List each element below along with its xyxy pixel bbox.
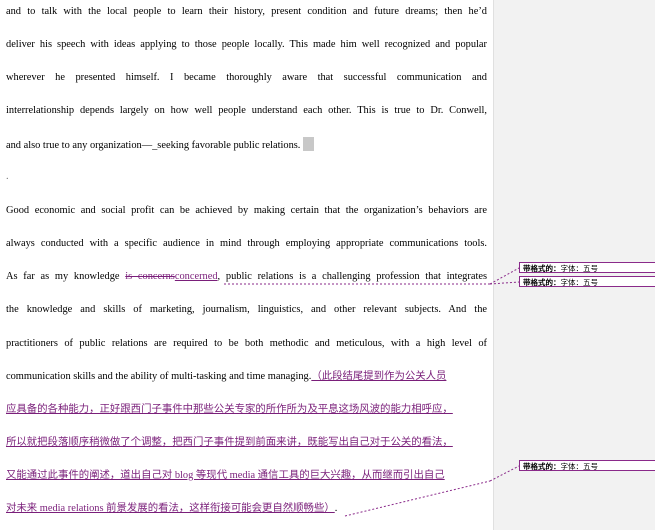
inserted-comment-line[interactable]: 又能通过此事件的阐述，道出自己对 blog 等现代 media 通信工具的巨大兴… — [6, 469, 487, 483]
text-line: Good economic and social profit can be a… — [6, 205, 487, 216]
text-cursor[interactable] — [303, 137, 315, 151]
text-line: 对未来 media relations 前景发展的看法，这样衔接可能会更自然顺畅… — [6, 502, 487, 516]
revision-label: 带格式的： — [523, 264, 561, 273]
paragraph-mark: . — [6, 170, 487, 184]
revision-value: 字体：五号 — [560, 278, 599, 287]
inserted-text[interactable]: concerned — [175, 271, 218, 282]
revision-label: 带格式的： — [523, 462, 561, 471]
text-line: practitioners of public relations are re… — [6, 338, 487, 349]
text-line: always conducted with a specific audienc… — [6, 238, 487, 249]
revision-value: 字体：五号 — [560, 264, 599, 273]
revision-balloon[interactable]: 带格式的：字体：五号 — [519, 262, 655, 273]
text-line: communication skills and the ability of … — [6, 370, 487, 384]
revision-label: 带格式的： — [523, 278, 561, 287]
text-line-content: and also true to any organization—_seeki… — [6, 140, 301, 151]
text-line-tracked-change: As far as my knowledge is concernsconcer… — [6, 270, 487, 284]
text-line: deliver his speech with ideas applying t… — [6, 39, 487, 50]
inserted-comment-line[interactable]: 应具备的各种能力，正好跟西门子事件中那些公关专家的所作所为及平息这场风波的能力相… — [6, 403, 487, 417]
inserted-comment-line[interactable]: 对未来 media relations 前景发展的看法，这样衔接可能会更自然顺畅… — [6, 503, 335, 514]
inserted-comment-line[interactable]: 所以就把段落顺序稍微做了个调整，把西门子事件提到前面来讲，既能写出自己对于公关的… — [6, 436, 487, 450]
deleted-text[interactable]: is concerns — [125, 271, 175, 282]
text-segment: As far as my knowledge — [6, 271, 126, 282]
text-line: and to talk with the local people to lea… — [6, 6, 487, 17]
text-line: and also true to any organization—_seeki… — [6, 137, 487, 153]
text-segment: communication skills and the ability of … — [6, 371, 312, 382]
revision-value: 字体：五号 — [560, 462, 599, 471]
revision-balloon[interactable]: 带格式的：字体：五号 — [519, 460, 655, 471]
text-line: wherever he presented himself. I became … — [6, 72, 487, 83]
revision-balloon[interactable]: 带格式的：字体：五号 — [519, 276, 655, 287]
document-page[interactable]: and to talk with the local people to lea… — [0, 0, 493, 530]
text-line: interrelationship depends largely on how… — [6, 105, 487, 116]
text-segment: , public relations is a challenging prof… — [217, 271, 487, 282]
paragraph-mark-glyph: . — [6, 171, 9, 182]
end-mark: . — [334, 503, 338, 514]
inserted-comment-text[interactable]: （此段结尾提到作为公关人员 — [311, 371, 446, 382]
text-line: the knowledge and skills of marketing, j… — [6, 304, 487, 315]
